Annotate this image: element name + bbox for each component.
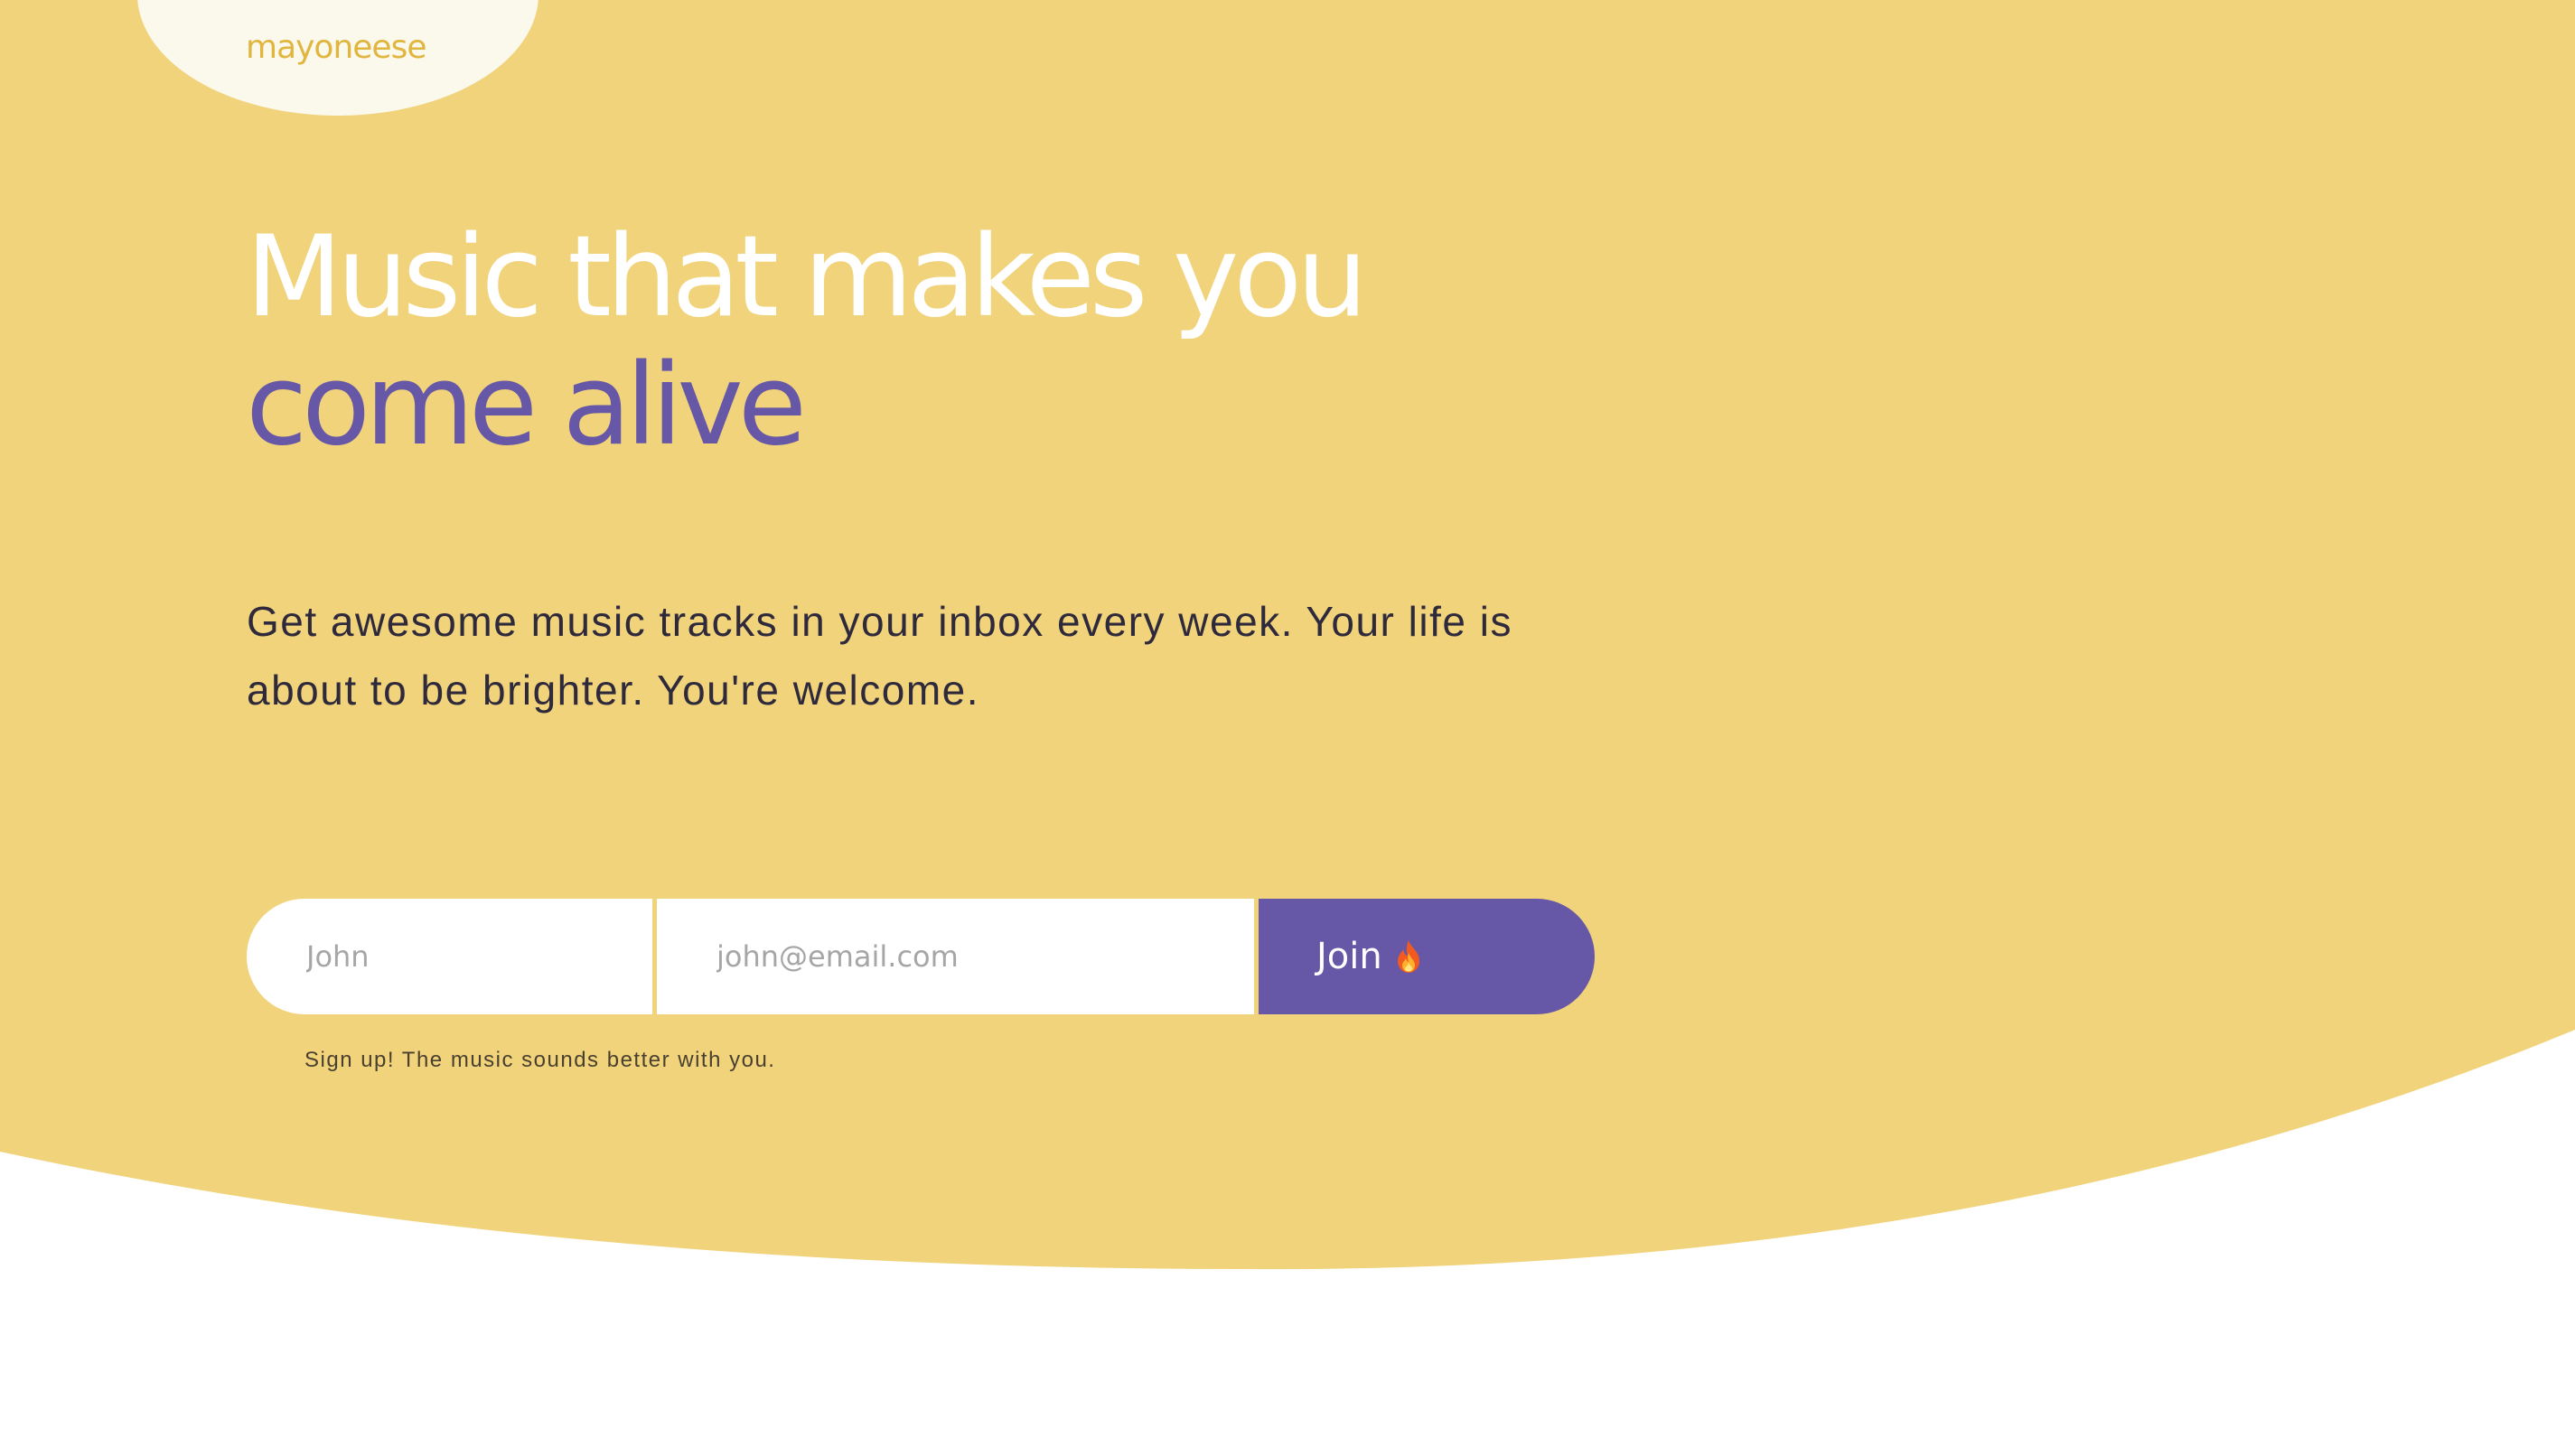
email-field-container: [657, 899, 1254, 1014]
join-button-label: Join: [1316, 936, 1382, 977]
hero-headline: Music that makes you come alive: [246, 212, 1368, 471]
headline-line-2: come alive: [246, 341, 807, 471]
name-input[interactable]: [304, 938, 652, 975]
signup-form: Join: [247, 899, 1595, 1014]
hero-description: Get awesome music tracks in your inbox e…: [247, 598, 1512, 714]
signup-helper-text: Sign up! The music sounds better with yo…: [304, 1048, 776, 1072]
headline-line-1: Music that makes you: [246, 212, 1368, 342]
join-button[interactable]: Join: [1259, 899, 1595, 1014]
fire-icon: [1397, 940, 1419, 973]
email-input[interactable]: [715, 938, 1254, 975]
name-field-container: [247, 899, 652, 1014]
logo[interactable]: mayoneese: [246, 29, 426, 66]
